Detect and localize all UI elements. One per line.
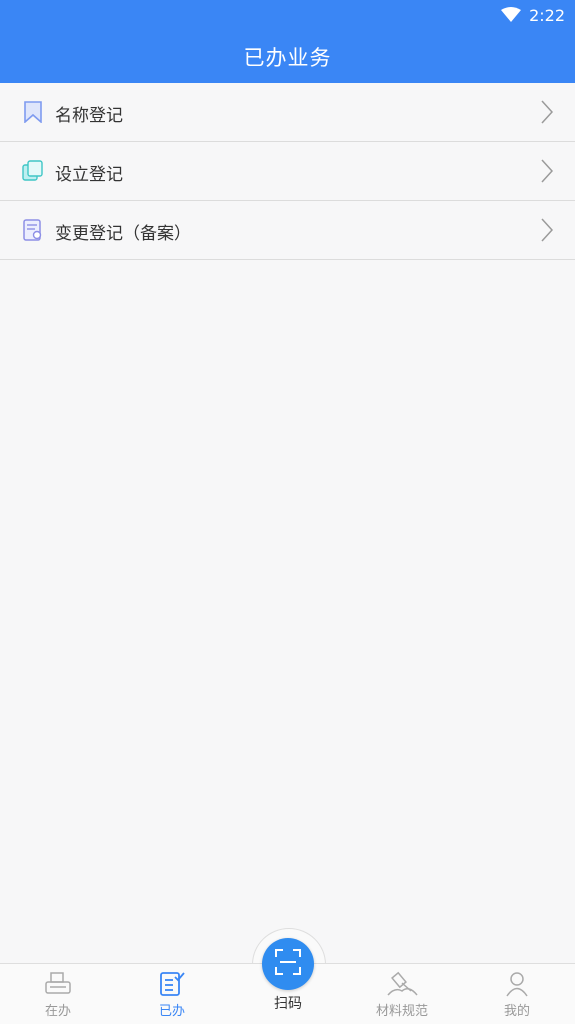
wifi-icon xyxy=(501,7,522,23)
scan-button[interactable] xyxy=(262,938,314,990)
chevron-right-icon xyxy=(541,218,554,246)
registration-list: 名称登记 设立登记 变更登记（备案） xyxy=(0,83,575,260)
scan-icon xyxy=(274,948,302,980)
tab-completed[interactable]: 已办 xyxy=(127,970,217,1019)
pages-icon xyxy=(22,160,44,182)
scan-label: 扫码 xyxy=(274,996,302,1012)
tab-material-standards[interactable]: 材料规范 xyxy=(357,970,447,1019)
chevron-right-icon xyxy=(541,100,554,128)
printer-icon xyxy=(13,970,103,998)
gavel-icon xyxy=(357,970,447,998)
screen: 2:22 已办业务 名称登记 设立登记 变更登记（备案） 在办 已办 材料规范 … xyxy=(0,0,575,1024)
tab-label: 已办 xyxy=(158,1004,185,1019)
page-title: 已办业务 xyxy=(243,46,332,70)
list-item-establishment-registration[interactable]: 设立登记 xyxy=(0,142,575,201)
tab-in-progress[interactable]: 在办 xyxy=(13,970,103,1019)
bookmark-icon xyxy=(22,101,44,124)
form-edit-icon xyxy=(22,219,44,241)
user-icon xyxy=(472,970,562,998)
list-item-label: 名称登记 xyxy=(55,106,123,126)
tab-label: 我的 xyxy=(503,1004,530,1019)
chevron-right-icon xyxy=(541,159,554,187)
status-bar: 2:22 xyxy=(501,4,565,26)
status-time: 2:22 xyxy=(529,5,565,25)
tab-label: 材料规范 xyxy=(375,1004,428,1019)
checklist-icon xyxy=(127,970,217,998)
list-item-name-registration[interactable]: 名称登记 xyxy=(0,83,575,142)
tab-profile[interactable]: 我的 xyxy=(472,970,562,1019)
list-item-change-registration[interactable]: 变更登记（备案） xyxy=(0,201,575,260)
list-item-label: 设立登记 xyxy=(55,165,123,185)
list-item-label: 变更登记（备案） xyxy=(55,224,191,244)
tab-label: 在办 xyxy=(44,1004,71,1019)
app-header: 2:22 已办业务 xyxy=(0,0,575,83)
